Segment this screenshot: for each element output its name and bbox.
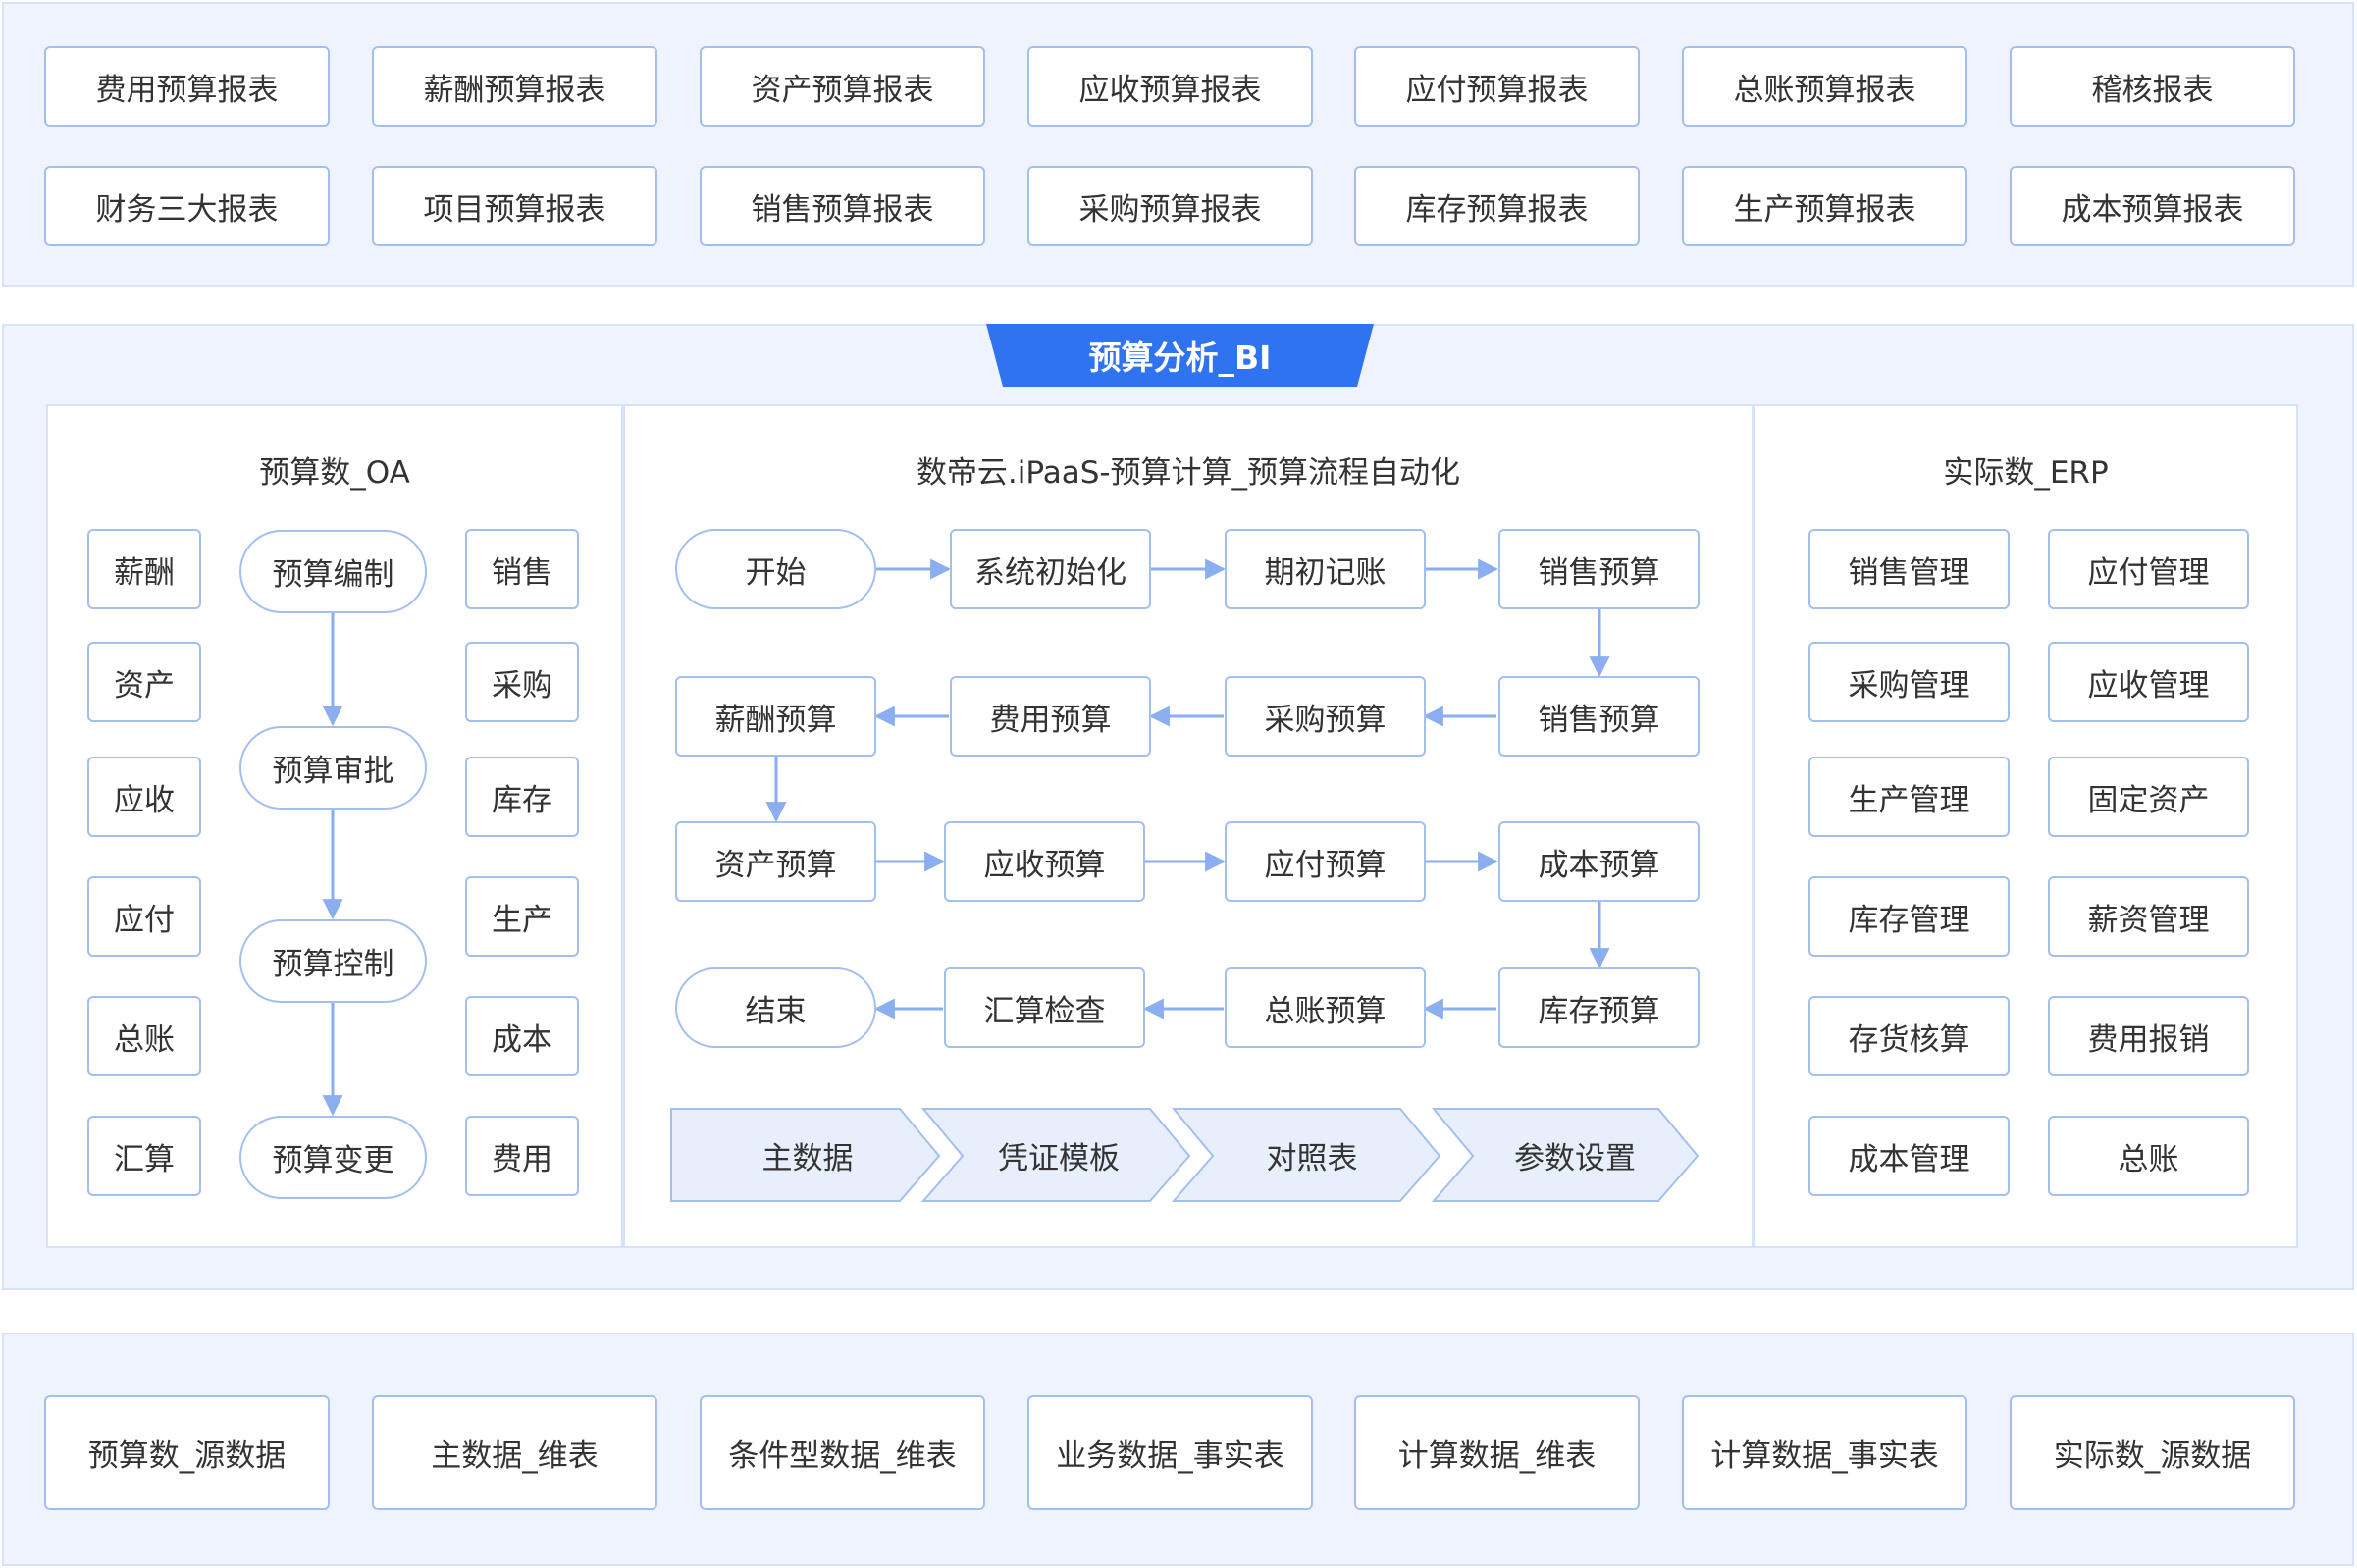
step-master-data: 主数据 [761, 1140, 854, 1176]
step-parameter-settings: 参数设置 [1514, 1140, 1636, 1176]
source-box: 计算数据_维表 [1354, 1395, 1640, 1510]
source-box: 条件型数据_维表 [700, 1395, 985, 1510]
source-box: 实际数_源数据 [2010, 1395, 2295, 1510]
erp-module-box: 生产管理 [1808, 757, 2010, 837]
erp-module-box: 固定资产 [2048, 757, 2249, 837]
erp-module-box: 采购管理 [1808, 642, 2010, 722]
source-box: 计算数据_事实表 [1682, 1395, 1967, 1510]
source-box: 预算数_源数据 [44, 1395, 330, 1510]
erp-module-box: 库存管理 [1808, 876, 2010, 957]
erp-module-box: 成本管理 [1808, 1116, 2010, 1196]
erp-module-box: 薪资管理 [2048, 876, 2249, 957]
erp-module-box: 应收管理 [2048, 642, 2249, 722]
erp-module-box: 总账 [2048, 1116, 2249, 1196]
erp-module-box: 应付管理 [2048, 529, 2249, 609]
erp-module-box: 费用报销 [2048, 996, 2249, 1076]
erp-module-box: 存货核算 [1808, 996, 2010, 1076]
step-voucher-template: 凭证模板 [998, 1140, 1120, 1176]
source-box: 主数据_维表 [372, 1395, 657, 1510]
source-box: 业务数据_事实表 [1027, 1395, 1313, 1510]
erp-module-box: 销售管理 [1808, 529, 2010, 609]
step-mapping-table: 对照表 [1266, 1140, 1358, 1176]
